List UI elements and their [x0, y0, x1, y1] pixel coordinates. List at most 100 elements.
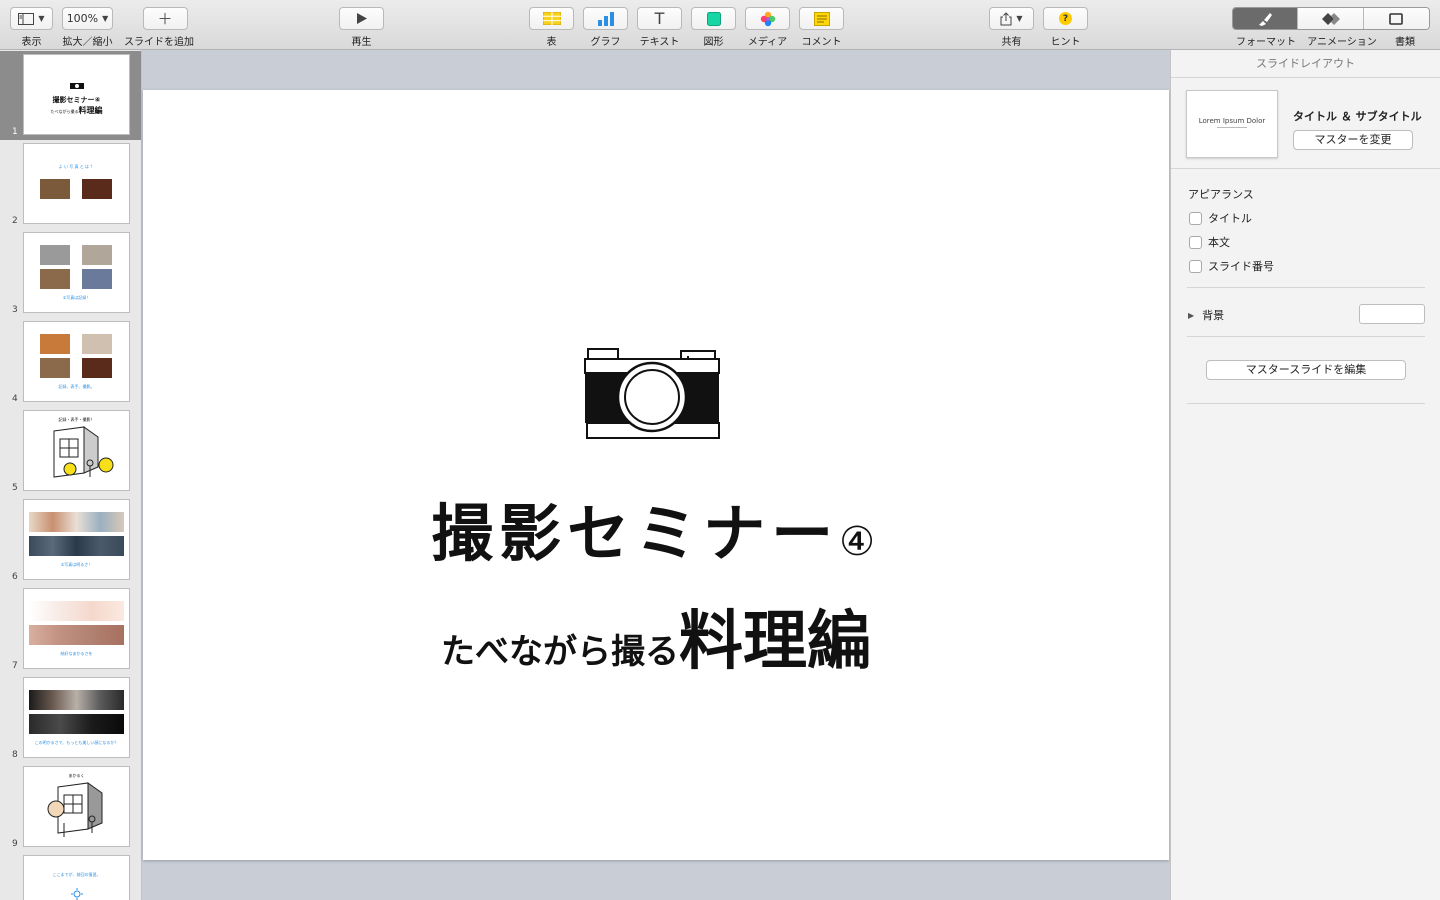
tips-control: ? ヒント — [1043, 7, 1088, 48]
slide-thumbnail-row[interactable]: 撮影セミナー④ たべながら撮る料理編 1 — [0, 51, 141, 140]
slide-thumbnail[interactable]: 記録・表手・撮影！ — [24, 411, 129, 490]
body-checkbox-label: 本文 — [1208, 236, 1230, 249]
background-disclosure[interactable]: ▶ 背景 — [1188, 307, 1224, 323]
slide-thumbnail-row[interactable]: 記録、表手、撮影。 4 — [0, 318, 141, 407]
photo-thumbnail — [82, 269, 112, 289]
share-button[interactable]: ▼ — [989, 7, 1034, 30]
slide-thumbnail-row[interactable]: 記録・表手・撮影！ 5 — [0, 407, 141, 496]
slide-number: 7 — [12, 661, 18, 671]
view-control: ▼ 表示 — [10, 7, 53, 48]
toolbar: ▼ 表示 100% ▼ 拡大／縮小 ＋ スライドを追加 再生 表 グラフ T テ… — [0, 0, 1440, 50]
add-slide-button[interactable]: ＋ — [142, 7, 188, 30]
thumb-text: この明かるさで、もっとも美しい顔になるか？ — [34, 740, 119, 745]
photo-strip — [29, 714, 124, 734]
slide-subtitle-big: 料理編 — [679, 604, 871, 679]
media-control: メディア — [745, 7, 790, 48]
slide-thumbnail-row[interactable]: ①写真は記録！ 3 — [0, 229, 141, 318]
slide-number-checkbox-label: スライド番号 — [1208, 260, 1274, 273]
table-button[interactable] — [529, 7, 574, 30]
play-button[interactable] — [339, 7, 384, 30]
chart-button[interactable] — [583, 7, 628, 30]
thumb-text: ①写真は記録！ — [62, 295, 91, 300]
slide-thumbnail-row[interactable]: この明かるさで、もっとも美しい顔になるか？ 8 — [0, 674, 141, 763]
format-tab[interactable] — [1233, 8, 1299, 29]
slide-thumbnail-row[interactable]: あかるく 9 — [0, 763, 141, 852]
slide-thumbnail[interactable]: ①写真は記録！ — [24, 233, 129, 312]
media-label: メディア — [747, 37, 788, 48]
slide-thumbnail[interactable]: よ い 写 真 と は ？ — [24, 144, 129, 223]
edit-master-slide-button[interactable]: マスタースライドを編集 — [1206, 360, 1406, 380]
text-label: テキスト — [639, 37, 680, 48]
share-icon — [1000, 11, 1012, 25]
media-button[interactable] — [745, 7, 790, 30]
play-icon — [356, 13, 367, 24]
change-master-button[interactable]: マスターを変更 — [1293, 130, 1413, 150]
chevron-down-icon: ▼ — [102, 14, 109, 23]
photo-thumbnail — [40, 334, 70, 354]
shape-control: 図形 — [691, 7, 736, 48]
illustration-image — [53, 426, 114, 478]
background-color-well[interactable] — [1359, 304, 1425, 324]
document-label: 書類 — [1395, 37, 1415, 48]
zoom-select[interactable]: 100% ▼ — [62, 7, 113, 30]
body-checkbox-row[interactable]: 本文 — [1189, 234, 1230, 250]
slide-thumbnail[interactable]: 記録、表手、撮影。 — [24, 322, 129, 401]
thumb-text: 記録、表手、撮影。 — [58, 384, 95, 389]
title-checkbox-row[interactable]: タイトル — [1189, 210, 1252, 226]
inspector-segment-labels: フォーマット アニメーション 書類 — [1228, 33, 1430, 48]
animate-tab[interactable] — [1298, 8, 1364, 29]
slide-canvas: 撮影セミナー④ たべながら撮る料理編 — [142, 50, 1170, 900]
photo-strip — [29, 625, 124, 645]
slide-subtitle[interactable]: たべながら撮る料理編 — [143, 590, 1169, 682]
slide-thumbnail[interactable]: あかるく — [24, 767, 129, 846]
current-slide[interactable]: 撮影セミナー④ たべながら撮る料理編 — [143, 90, 1169, 860]
slide-thumbnail[interactable]: 納好なあかるさを — [24, 589, 129, 668]
slide-number: 4 — [12, 394, 18, 404]
comment-button[interactable] — [799, 7, 844, 30]
slide-thumbnail[interactable]: ここまでが、前回の復習。 — [24, 856, 129, 900]
slide-title[interactable]: 撮影セミナー④ — [143, 483, 1169, 573]
zoom-value: 100% — [66, 12, 99, 25]
photos-icon — [760, 11, 775, 26]
slide-thumbnail-row[interactable]: ①写真は明るさ！ 6 — [0, 496, 141, 585]
inspector-segmented-control — [1232, 7, 1430, 30]
slide-thumbnail-row[interactable]: よ い 写 真 と は ？ 2 — [0, 140, 141, 229]
slide-thumbnail[interactable]: 撮影セミナー④ たべながら撮る料理編 — [24, 55, 129, 134]
slide-thumbnail-row[interactable]: 納好なあかるさを 7 — [0, 585, 141, 674]
table-control: 表 — [529, 7, 574, 48]
share-label: 共有 — [1001, 37, 1022, 48]
sun-icon — [71, 888, 83, 900]
tips-button[interactable]: ? — [1043, 7, 1088, 30]
camera-icon — [70, 83, 84, 89]
view-button[interactable]: ▼ — [10, 7, 53, 30]
photo-thumbnail — [40, 358, 70, 378]
master-thumbnail[interactable]: Lorem Ipsum Dolor — [1186, 90, 1278, 158]
diamond-icon — [1321, 12, 1340, 25]
chart-icon — [597, 11, 614, 26]
animate-label: アニメーション — [1307, 37, 1377, 48]
sidebar-icon — [18, 12, 35, 25]
divider — [1171, 168, 1440, 169]
paintbrush-icon — [1259, 12, 1273, 26]
body-checkbox[interactable] — [1189, 235, 1202, 249]
slide-thumbnail[interactable]: この明かるさで、もっとも美しい顔になるか？ — [24, 678, 129, 757]
text-control: T テキスト — [637, 7, 682, 48]
photo-strip — [29, 536, 124, 556]
photo-thumbnail — [82, 179, 112, 199]
slide-thumbnail[interactable]: ①写真は明るさ！ — [24, 500, 129, 579]
divider — [1187, 336, 1425, 337]
slide-number-checkbox-row[interactable]: スライド番号 — [1189, 258, 1274, 274]
add-slide-control: ＋ スライドを追加 — [124, 7, 194, 48]
table-icon — [542, 12, 561, 25]
text-button[interactable]: T — [637, 7, 682, 30]
chevron-down-icon: ▼ — [38, 14, 45, 23]
zoom-control: 100% ▼ 拡大／縮小 — [62, 7, 113, 48]
thumb-text: ①写真は明るさ！ — [60, 562, 93, 567]
title-checkbox[interactable] — [1189, 211, 1202, 225]
slide-thumbnail-row[interactable]: ここまでが、前回の復習。 — [0, 852, 141, 900]
slide-title-number: ④ — [839, 519, 881, 565]
text-icon: T — [654, 9, 665, 28]
slide-number-checkbox[interactable] — [1189, 259, 1202, 273]
shape-button[interactable] — [691, 7, 736, 30]
document-tab[interactable] — [1363, 8, 1429, 29]
